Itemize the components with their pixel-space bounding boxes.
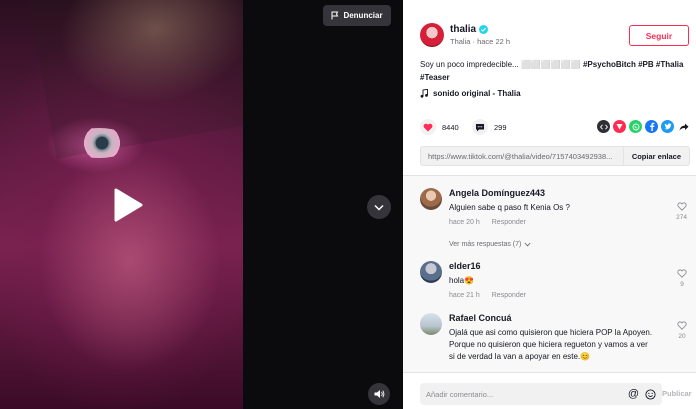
music-note-icon (420, 89, 428, 98)
commenter-avatar[interactable] (420, 313, 442, 335)
video-url[interactable]: https://www.tiktok.com/@thalia/video/715… (421, 152, 623, 161)
comment-text: Alguien sabe q paso ft Kenia Os ? (449, 203, 570, 212)
share-arrow-icon[interactable] (677, 120, 690, 133)
heart-outline-icon (676, 202, 687, 211)
commenter-avatar[interactable] (420, 188, 442, 210)
hashtag-link[interactable]: #PB (638, 60, 654, 69)
comment-placeholder: Añadir comentario... (426, 389, 494, 399)
comment-list[interactable]: Angela Domínguez443 Alguien sabe q paso … (403, 176, 696, 372)
comment-button[interactable] (472, 119, 488, 135)
video-caption: Soy un poco impredecible... ⬜⬜⬜⬜⬜⬜ #Psyc… (420, 58, 688, 84)
video-link-box: https://www.tiktok.com/@thalia/video/715… (420, 146, 690, 166)
hashtag-link[interactable]: #Teaser (420, 73, 450, 82)
emoji-icon[interactable] (645, 388, 656, 400)
follow-button[interactable]: Seguir (629, 25, 689, 46)
video-player[interactable]: Denunciar (0, 0, 403, 409)
comment-item: Rafael Concuá Ojalá que asi como quisier… (420, 313, 690, 372)
volume-icon (374, 390, 384, 398)
comment-like-count: 20 (678, 333, 686, 340)
caption-text: Soy un poco impredecible... ⬜⬜⬜⬜⬜⬜ (420, 60, 581, 69)
heart-icon (423, 123, 433, 131)
post-button[interactable]: Publicar (662, 389, 692, 398)
report-button[interactable]: Denunciar (323, 5, 391, 26)
commenter-avatar[interactable] (420, 261, 442, 283)
like-button[interactable] (420, 119, 436, 135)
commenter-name[interactable]: Angela Domínguez443 (449, 188, 669, 198)
mention-icon[interactable]: @ (628, 388, 639, 400)
twitter-icon[interactable] (661, 120, 674, 133)
commenter-name[interactable]: Rafael Concuá (449, 313, 654, 323)
comment-like-count: 9 (680, 281, 684, 288)
comment-like-count: 274 (676, 214, 687, 221)
flag-icon (331, 11, 339, 20)
video-eye-region (66, 128, 132, 158)
comment-input[interactable]: Añadir comentario... @ (420, 383, 662, 405)
report-label: Denunciar (343, 11, 383, 20)
sound-link[interactable]: sonido original - Thalia (420, 89, 521, 98)
reply-button[interactable]: Responder (492, 292, 526, 299)
author-header: thalia Thalia · hace 22 h (420, 23, 510, 47)
comment-text: Ojalá que asi como quisieron que hiciera… (449, 328, 653, 361)
whatsapp-icon[interactable] (629, 120, 642, 133)
comment-item: elder16 hola😍 hace 21 h Responder 9 (420, 261, 690, 306)
sound-label: sonido original - Thalia (433, 89, 521, 98)
video-frame[interactable] (0, 0, 243, 409)
hashtag-link[interactable]: #Thalia (656, 60, 684, 69)
heart-outline-icon (677, 321, 687, 330)
embed-icon[interactable] (597, 120, 610, 133)
share-icons (597, 120, 690, 133)
video-hair-region (26, 0, 243, 159)
comment-count: 299 (494, 122, 507, 132)
author-subtitle: Thalia · hace 22 h (450, 37, 511, 46)
chevron-down-icon (374, 204, 384, 211)
chevron-down-icon (524, 242, 531, 247)
copy-link-button[interactable]: Copiar enlace (622, 147, 689, 165)
comment-like[interactable]: 9 (677, 269, 687, 288)
author-avatar[interactable] (420, 23, 444, 47)
more-replies-label: Ver más respuestas (7) (449, 241, 522, 248)
hashtag-link[interactable]: #PsychoBitch (583, 60, 636, 69)
comment-time: hace 20 h (449, 219, 480, 226)
play-icon[interactable] (110, 188, 144, 222)
volume-button[interactable] (368, 383, 390, 405)
next-video-button[interactable] (367, 195, 391, 219)
reply-button[interactable]: Responder (492, 219, 526, 226)
comment-bubble-icon (476, 123, 484, 131)
comment-like[interactable]: 20 (677, 321, 687, 340)
comment-time: hace 21 h (449, 292, 480, 299)
like-count: 8440 (442, 122, 459, 132)
heart-outline-icon (677, 269, 687, 278)
comment-like[interactable]: 274 (676, 202, 687, 221)
comment-item: Angela Domínguez443 Alguien sabe q paso … (420, 188, 690, 266)
facebook-icon[interactable] (645, 120, 658, 133)
commenter-name[interactable]: elder16 (449, 261, 669, 271)
send-icon[interactable] (613, 120, 626, 133)
comment-text: hola😍 (449, 276, 475, 285)
view-more-replies[interactable]: Ver más respuestas (7) (449, 241, 531, 248)
verified-badge-icon (479, 25, 489, 34)
details-panel: thalia Thalia · hace 22 h Seguir Soy un … (403, 0, 696, 409)
comment-composer: Añadir comentario... @ Publicar (403, 372, 696, 409)
action-bar: 8440 299 (420, 119, 690, 137)
author-name[interactable]: thalia (450, 24, 476, 35)
